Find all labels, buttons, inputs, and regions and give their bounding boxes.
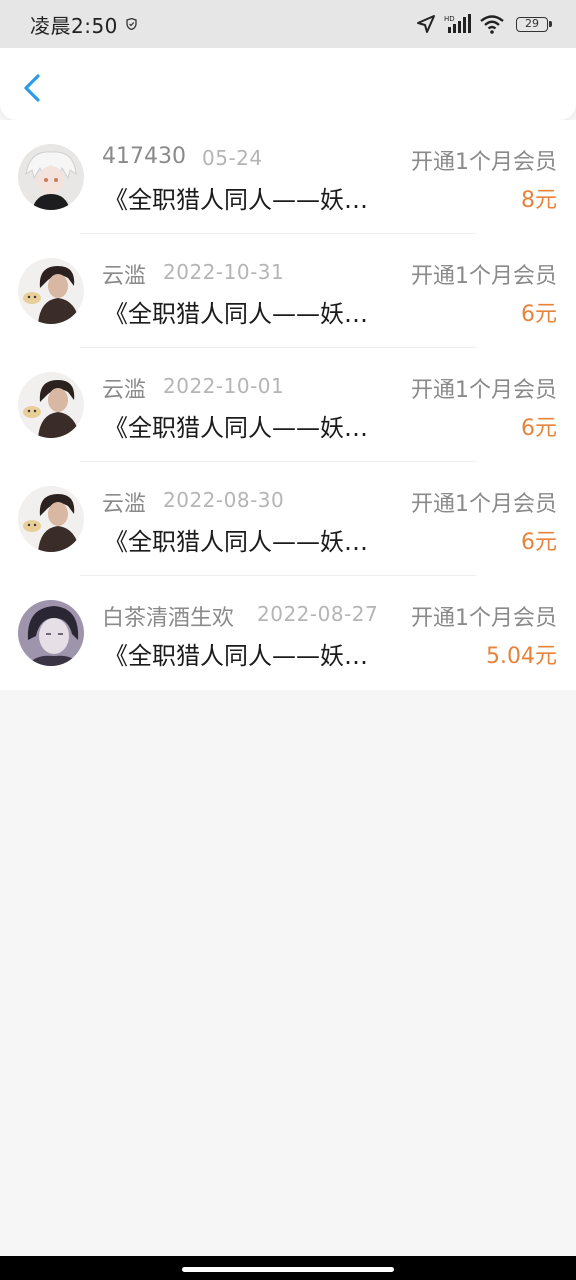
user-name: 云滥 — [102, 264, 147, 289]
purple-portrait-avatar-icon — [18, 600, 84, 666]
record-action: 开通1个月会员 — [411, 378, 557, 403]
avatar[interactable] — [18, 486, 84, 552]
record-action: 开通1个月会员 — [411, 264, 557, 289]
book-title[interactable]: 《全职猎人同人——妖… — [104, 522, 404, 557]
white-hair-avatar-icon — [18, 144, 84, 210]
record-amount: 6元 — [521, 530, 557, 555]
book-title[interactable]: 《全职猎人同人——妖… — [104, 636, 404, 671]
record-amount: 6元 — [521, 302, 557, 327]
avatar[interactable] — [18, 600, 84, 666]
dark-hair-avatar-icon — [18, 486, 84, 552]
status-bar: 凌晨2:50 HD 29 — [0, 0, 576, 48]
user-name: 417430 — [102, 144, 186, 169]
network-label: HD — [444, 15, 455, 23]
avatar[interactable] — [18, 372, 84, 438]
dark-hair-avatar-icon — [18, 258, 84, 324]
avatar[interactable] — [18, 258, 84, 324]
battery-level: 29 — [525, 16, 539, 30]
record-action: 开通1个月会员 — [411, 492, 557, 517]
record-date: 05-24 — [202, 146, 263, 170]
record-amount: 6元 — [521, 416, 557, 441]
record-amount: 8元 — [521, 188, 557, 213]
record-action: 开通1个月会员 — [411, 606, 557, 631]
record-date: 2022-08-27 — [257, 602, 379, 626]
list-item[interactable]: 云滥 2022-10-01 开通1个月会员 《全职猎人同人——妖… 6元 — [0, 348, 576, 462]
home-indicator-bar[interactable] — [182, 1267, 394, 1272]
record-date: 2022-10-01 — [163, 374, 285, 398]
status-time: 凌晨2:50 — [30, 13, 118, 38]
record-date: 2022-08-30 — [163, 488, 285, 512]
book-title[interactable]: 《全职猎人同人——妖… — [104, 294, 404, 329]
record-list: 417430 05-24 开通1个月会员 《全职猎人同人——妖… 8元 云滥 2… — [0, 120, 576, 690]
list-item[interactable]: 白茶清酒生欢 2022-08-27 开通1个月会员 《全职猎人同人——妖… 5.… — [0, 576, 576, 690]
user-name: 白茶清酒生欢 — [102, 606, 235, 631]
back-arrow-icon[interactable] — [18, 70, 48, 106]
avatar[interactable] — [18, 144, 84, 210]
battery-indicator: 29 — [516, 16, 552, 32]
record-amount: 5.04元 — [486, 644, 557, 669]
book-title[interactable]: 《全职猎人同人——妖… — [104, 180, 404, 215]
location-icon — [417, 15, 435, 33]
signal-icon: HD — [444, 14, 471, 33]
shield-icon — [126, 18, 137, 30]
navigation-gesture-area — [0, 1256, 576, 1280]
user-name: 云滥 — [102, 492, 147, 517]
list-item[interactable]: 417430 05-24 开通1个月会员 《全职猎人同人——妖… 8元 — [0, 120, 576, 234]
wifi-icon — [480, 15, 504, 34]
nav-bar — [0, 48, 576, 120]
list-item[interactable]: 云滥 2022-08-30 开通1个月会员 《全职猎人同人——妖… 6元 — [0, 462, 576, 576]
dark-hair-avatar-icon — [18, 372, 84, 438]
record-action: 开通1个月会员 — [411, 150, 557, 175]
record-date: 2022-10-31 — [163, 260, 285, 284]
user-name: 云滥 — [102, 378, 147, 403]
list-item[interactable]: 云滥 2022-10-31 开通1个月会员 《全职猎人同人——妖… 6元 — [0, 234, 576, 348]
book-title[interactable]: 《全职猎人同人——妖… — [104, 408, 404, 443]
